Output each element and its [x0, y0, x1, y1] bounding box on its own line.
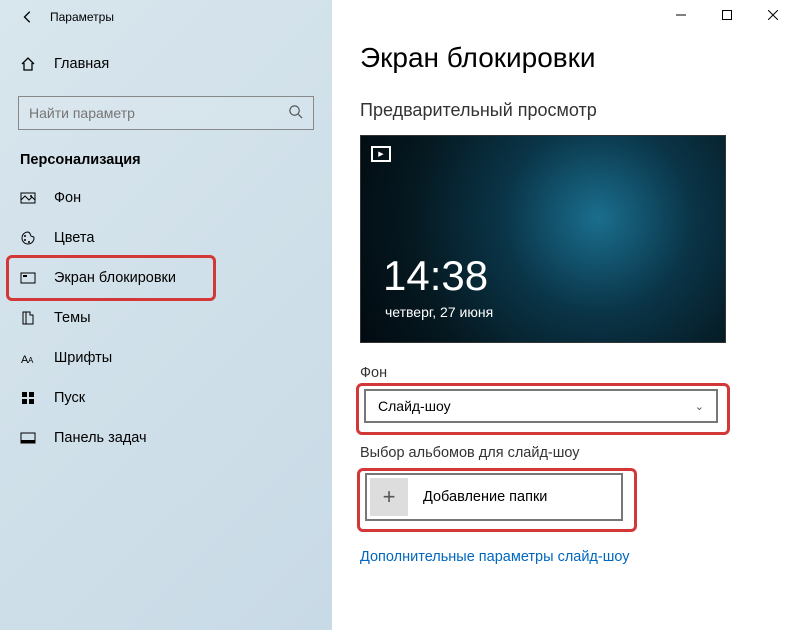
- sidebar-item-taskbar[interactable]: Панель задач: [0, 418, 332, 458]
- chevron-down-icon: ⌄: [695, 400, 704, 413]
- minimize-button[interactable]: [658, 0, 704, 30]
- lockscreen-icon: [20, 270, 36, 286]
- titlebar: Параметры: [0, 0, 332, 34]
- page-title: Экран блокировки: [360, 42, 768, 74]
- background-dropdown[interactable]: Слайд-шоу ⌄: [364, 389, 718, 423]
- add-folder-label: Добавление папки: [423, 489, 547, 505]
- sidebar-item-themes[interactable]: Темы: [0, 298, 332, 338]
- sidebar-item-label: Темы: [54, 310, 91, 326]
- maximize-button[interactable]: [704, 0, 750, 30]
- preview-date: четверг, 27 июня: [385, 304, 493, 320]
- add-folder-button[interactable]: + Добавление папки: [365, 473, 623, 521]
- preview-time: 14:38: [383, 252, 488, 300]
- search-box[interactable]: [18, 96, 314, 130]
- sidebar-item-label: Фон: [54, 190, 81, 206]
- svg-text:A: A: [28, 356, 34, 365]
- fonts-icon: AA: [20, 350, 36, 366]
- window-title: Параметры: [50, 10, 114, 24]
- search-icon: [288, 104, 303, 122]
- preview-label: Предварительный просмотр: [360, 100, 768, 121]
- taskbar-icon: [20, 430, 36, 446]
- sidebar-item-lockscreen[interactable]: Экран блокировки: [0, 258, 332, 298]
- back-button[interactable]: [12, 1, 44, 33]
- close-button[interactable]: [750, 0, 796, 30]
- start-icon: [20, 390, 36, 406]
- sidebar-item-colors[interactable]: Цвета: [0, 218, 332, 258]
- dropdown-value: Слайд-шоу: [378, 398, 451, 414]
- palette-icon: [20, 230, 36, 246]
- sidebar-item-fonts[interactable]: AA Шрифты: [0, 338, 332, 378]
- picture-icon: [20, 190, 36, 206]
- sidebar-home[interactable]: Главная: [0, 46, 332, 82]
- home-icon: [20, 56, 36, 72]
- sidebar-item-label: Шрифты: [54, 350, 112, 366]
- more-options-link[interactable]: Дополнительные параметры слайд-шоу: [360, 549, 768, 565]
- slideshow-icon: [371, 146, 391, 162]
- plus-icon: +: [370, 478, 408, 516]
- sidebar-category: Персонализация: [0, 138, 332, 178]
- sidebar-item-start[interactable]: Пуск: [0, 378, 332, 418]
- main-content: Экран блокировки Предварительный просмот…: [332, 0, 796, 630]
- background-label: Фон: [360, 365, 768, 381]
- lockscreen-preview: 14:38 четверг, 27 июня: [360, 135, 726, 343]
- album-label: Выбор альбомов для слайд-шоу: [360, 445, 768, 461]
- themes-icon: [20, 310, 36, 326]
- sidebar-item-label: Экран блокировки: [54, 270, 176, 286]
- sidebar-item-background[interactable]: Фон: [0, 178, 332, 218]
- sidebar-item-label: Пуск: [54, 390, 85, 406]
- sidebar-item-label: Цвета: [54, 230, 94, 246]
- search-input[interactable]: [29, 105, 288, 121]
- sidebar-home-label: Главная: [54, 56, 109, 72]
- sidebar-item-label: Панель задач: [54, 430, 147, 446]
- window-controls: [658, 0, 796, 30]
- sidebar: Параметры Главная Персонализация Фон Цве…: [0, 0, 332, 630]
